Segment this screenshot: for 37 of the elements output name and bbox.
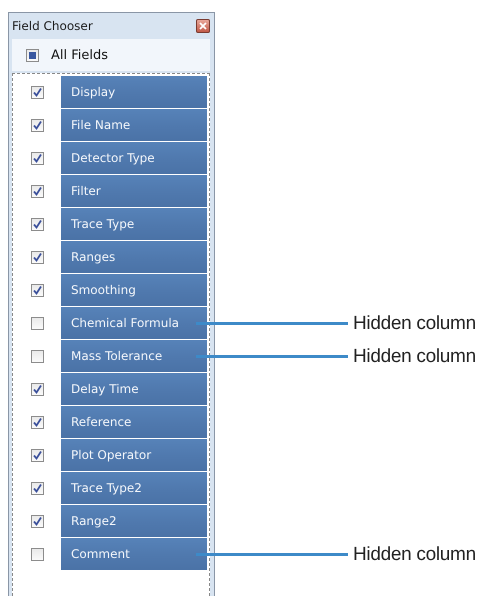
all-fields-checkbox[interactable] — [26, 48, 39, 62]
checkbox[interactable] — [30, 317, 44, 330]
checkbox[interactable] — [30, 383, 44, 396]
annotation-label: Hidden column — [353, 544, 476, 566]
field-item[interactable]: Delay Time — [61, 373, 207, 405]
checkbox[interactable] — [30, 152, 44, 165]
window-title: Field Chooser — [12, 19, 93, 33]
checkbox[interactable] — [30, 482, 44, 495]
checkbox[interactable] — [30, 185, 44, 198]
field-item[interactable]: Reference — [61, 406, 207, 438]
field-item[interactable]: Detector Type — [61, 142, 207, 174]
checkbox[interactable] — [30, 86, 44, 99]
checkbox[interactable] — [30, 515, 44, 528]
field-item[interactable]: Comment — [61, 538, 207, 570]
checkbox[interactable] — [30, 548, 44, 561]
field-item[interactable]: Plot Operator — [61, 439, 207, 471]
checkbox[interactable] — [30, 284, 44, 297]
field-item[interactable]: Display — [61, 76, 207, 108]
annotation-label: Hidden column — [353, 312, 476, 334]
field-item[interactable]: Range2 — [61, 505, 207, 537]
all-fields-label: All Fields — [51, 48, 108, 62]
checkbox[interactable] — [30, 218, 44, 231]
annotation-label: Hidden column — [353, 346, 476, 368]
field-item[interactable]: Trace Type — [61, 208, 207, 240]
checkbox[interactable] — [30, 119, 44, 132]
field-item[interactable]: Filter — [61, 175, 207, 207]
field-item[interactable]: File Name — [61, 109, 207, 141]
field-item[interactable]: Ranges — [61, 241, 207, 273]
checkbox[interactable] — [30, 416, 44, 429]
field-item[interactable]: Mass Tolerance — [61, 340, 207, 372]
checkbox[interactable] — [30, 350, 44, 363]
close-button[interactable] — [196, 19, 210, 33]
checkbox[interactable] — [30, 251, 44, 264]
field-item[interactable]: Trace Type2 — [61, 472, 207, 504]
field-item[interactable]: Chemical Formula — [61, 307, 207, 339]
field-item[interactable]: Smoothing — [61, 274, 207, 306]
checkbox[interactable] — [30, 449, 44, 462]
